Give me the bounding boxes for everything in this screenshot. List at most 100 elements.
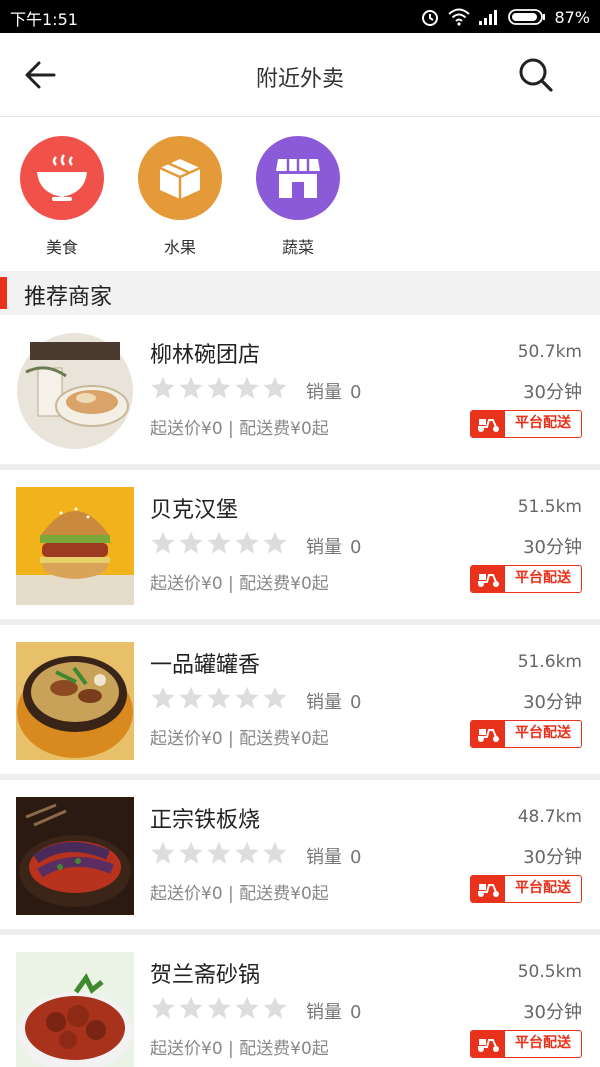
star-icon — [263, 376, 287, 399]
shop-sales: 销量 0 — [306, 688, 361, 714]
section-title: 推荐商家 — [24, 285, 113, 310]
scooter-icon — [471, 721, 505, 747]
delivery-time: 30分钟 — [523, 382, 582, 403]
category-fruit[interactable]: 水果 — [130, 136, 230, 258]
section-header: 推荐商家 — [0, 271, 600, 315]
battery-icon — [508, 9, 546, 25]
star-icon — [235, 376, 259, 399]
shop-list: 柳林碗团店 50.7km 销量 0 30分钟 起送价¥0 | 配送费¥0起 平台配… — [0, 315, 600, 1067]
shop-name: 贺兰斋砂锅 — [150, 963, 261, 988]
platform-delivery-badge: 平台配送 — [470, 565, 582, 593]
scooter-icon — [471, 566, 505, 592]
star-icon — [235, 686, 259, 709]
category-vegetable[interactable]: 蔬菜 — [248, 136, 348, 258]
wifi-icon — [448, 8, 471, 26]
delivery-time: 30分钟 — [523, 847, 582, 868]
shop-name: 一品罐罐香 — [150, 653, 261, 678]
shop-sales: 销量 0 — [306, 533, 361, 559]
category-label: 蔬菜 — [281, 238, 314, 257]
sales-value: 0 — [350, 847, 362, 868]
sales-label: 销量 — [306, 382, 342, 403]
shop-sales: 销量 0 — [306, 378, 361, 404]
badge-text: 平台配送 — [515, 570, 571, 586]
delivery-time: 30分钟 — [523, 537, 582, 558]
star-icon — [179, 996, 203, 1019]
shop-image — [16, 332, 134, 450]
star-icon — [151, 531, 175, 554]
star-icon — [151, 376, 175, 399]
status-bar: 下午1:51 87% — [0, 0, 600, 33]
shop-fee: 起送价¥0 | 配送费¥0起 — [150, 1039, 329, 1059]
category-bar: 美食 水果 蔬菜 — [0, 118, 600, 270]
scooter-icon — [471, 411, 505, 437]
star-icon — [179, 686, 203, 709]
badge-text: 平台配送 — [515, 415, 571, 431]
status-icons: 87% — [420, 5, 590, 29]
scooter-icon — [471, 876, 505, 902]
star-icon — [263, 996, 287, 1019]
star-icon — [207, 531, 231, 554]
sales-value: 0 — [350, 382, 362, 403]
shop-sales: 销量 0 — [306, 843, 361, 869]
star-icon — [263, 686, 287, 709]
shop-image — [16, 952, 134, 1067]
bowl-icon — [37, 154, 87, 201]
platform-delivery-badge: 平台配送 — [470, 875, 582, 903]
shop-item[interactable]: 贺兰斋砂锅 50.5km 销量 0 30分钟 起送价¥0 | 配送费¥0起 平台配… — [0, 935, 600, 1067]
scooter-icon — [471, 1031, 505, 1057]
shop-image — [16, 797, 134, 915]
category-icon-circle — [20, 136, 104, 220]
star-icon — [151, 686, 175, 709]
sales-label: 销量 — [306, 847, 342, 868]
shop-fee: 起送价¥0 | 配送费¥0起 — [150, 574, 329, 594]
star-icon — [207, 841, 231, 864]
shop-name: 柳林碗团店 — [150, 343, 261, 368]
star-icon — [207, 996, 231, 1019]
star-icon — [263, 841, 287, 864]
category-label: 水果 — [163, 238, 196, 257]
store-icon — [276, 159, 320, 198]
battery-level: 87% — [554, 7, 590, 27]
sales-value: 0 — [350, 1002, 362, 1023]
shop-item[interactable]: 贝克汉堡 51.5km 销量 0 30分钟 起送价¥0 | 配送费¥0起 平台配送 — [0, 470, 600, 625]
shop-image — [16, 487, 134, 605]
signal-icon — [479, 10, 498, 25]
delivery-time: 30分钟 — [523, 1002, 582, 1023]
rating-stars — [150, 685, 288, 711]
sales-value: 0 — [350, 537, 362, 558]
star-icon — [151, 841, 175, 864]
shop-distance: 51.6km — [517, 652, 582, 672]
badge-text: 平台配送 — [515, 725, 571, 741]
category-icon-circle — [138, 136, 222, 220]
category-icon-circle — [256, 136, 340, 220]
shop-fee: 起送价¥0 | 配送费¥0起 — [150, 884, 329, 904]
delivery-time: 30分钟 — [523, 692, 582, 713]
sales-label: 销量 — [306, 692, 342, 713]
shop-distance: 51.5km — [517, 497, 582, 517]
star-icon — [235, 841, 259, 864]
box-icon — [159, 159, 201, 199]
shop-item[interactable]: 一品罐罐香 51.6km 销量 0 30分钟 起送价¥0 | 配送费¥0起 平台配… — [0, 625, 600, 780]
alarm-icon — [422, 10, 439, 26]
shop-distance: 50.7km — [517, 342, 582, 362]
search-button[interactable] — [514, 53, 558, 97]
shop-item[interactable]: 柳林碗团店 50.7km 销量 0 30分钟 起送价¥0 | 配送费¥0起 平台配… — [0, 315, 600, 470]
category-food[interactable]: 美食 — [12, 136, 112, 258]
shop-fee: 起送价¥0 | 配送费¥0起 — [150, 729, 329, 749]
star-icon — [179, 376, 203, 399]
header: 附近外卖 — [0, 33, 600, 117]
shop-name: 正宗铁板烧 — [150, 808, 261, 833]
shop-item[interactable]: 正宗铁板烧 48.7km 销量 0 30分钟 起送价¥0 | 配送费¥0起 平台配… — [0, 780, 600, 935]
star-icon — [179, 531, 203, 554]
star-icon — [179, 841, 203, 864]
platform-delivery-badge: 平台配送 — [470, 1030, 582, 1058]
status-time: 下午1:51 — [10, 10, 78, 29]
sales-value: 0 — [350, 692, 362, 713]
search-icon — [519, 58, 553, 92]
shop-distance: 50.5km — [517, 962, 582, 982]
star-icon — [235, 531, 259, 554]
platform-delivery-badge: 平台配送 — [470, 410, 582, 438]
category-label: 美食 — [45, 238, 78, 257]
shop-image — [16, 642, 134, 760]
rating-stars — [150, 375, 288, 401]
